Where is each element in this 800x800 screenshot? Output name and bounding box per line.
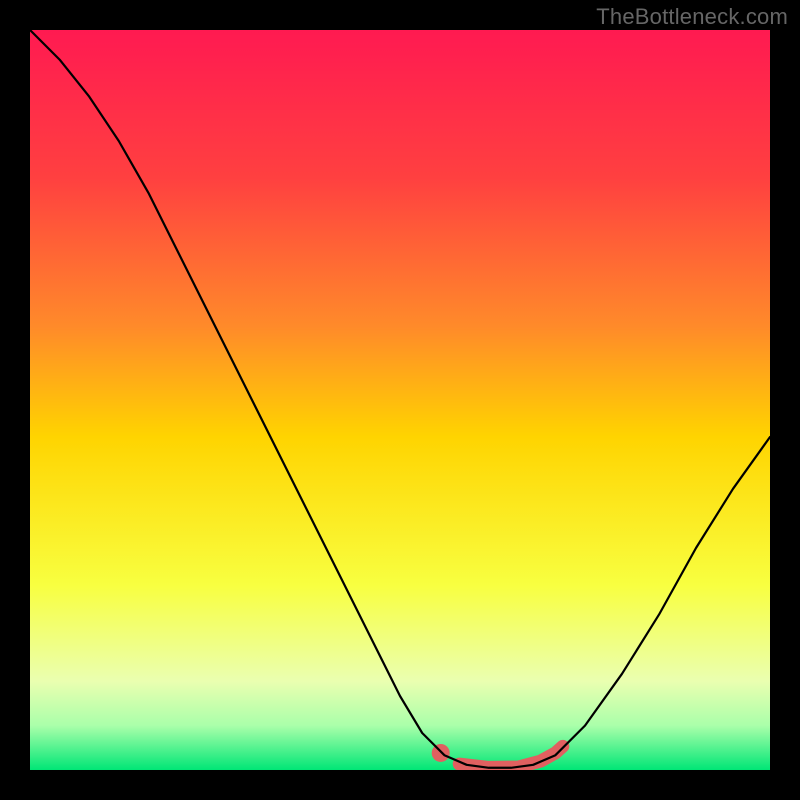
plot-area (30, 30, 770, 770)
watermark-label: TheBottleneck.com (596, 4, 788, 30)
gradient-background (30, 30, 770, 770)
chart-frame: TheBottleneck.com (0, 0, 800, 800)
chart-svg (30, 30, 770, 770)
